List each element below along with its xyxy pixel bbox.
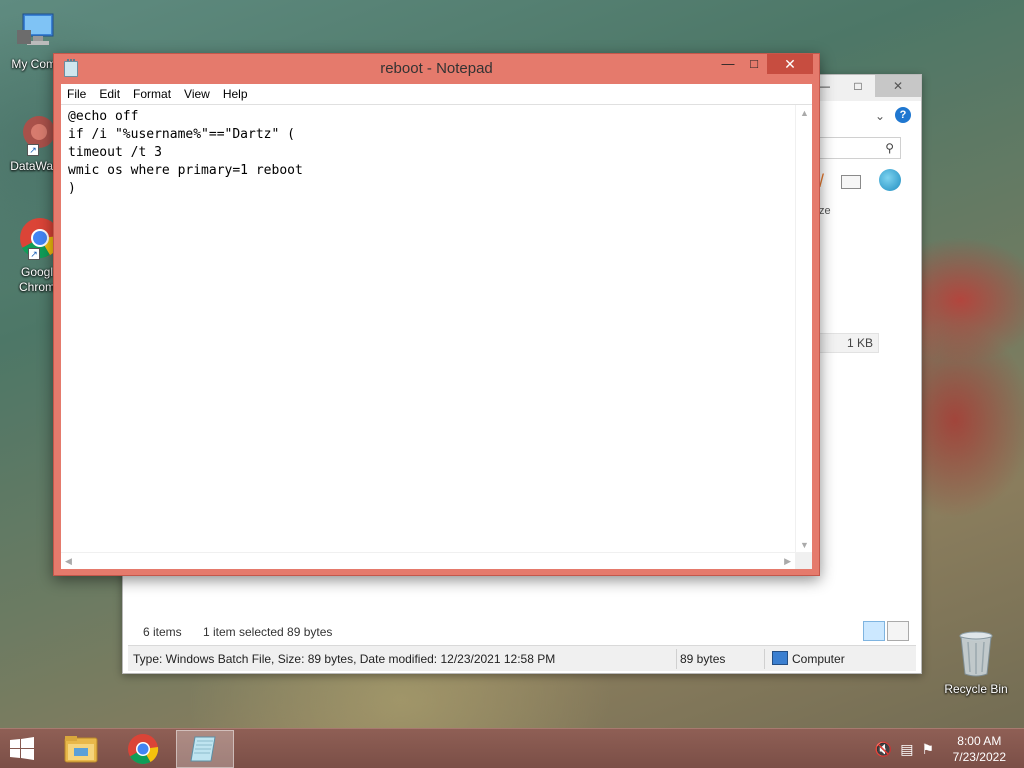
volume-muted-icon[interactable]: 🔇 bbox=[875, 741, 892, 758]
computer-icon bbox=[15, 10, 59, 54]
scroll-up-icon[interactable]: ▲ bbox=[800, 108, 809, 118]
status-details: Type: Windows Batch File, Size: 89 bytes… bbox=[133, 652, 556, 666]
menu-file[interactable]: File bbox=[67, 87, 86, 101]
explorer-status-bar: Type: Windows Batch File, Size: 89 bytes… bbox=[128, 645, 916, 671]
taskbar: 🔇 ▤ ⚑ 8:00 AM 7/23/2022 bbox=[0, 728, 1024, 768]
network-icon[interactable]: ▤ bbox=[900, 741, 913, 758]
status-size: 89 bytes bbox=[680, 652, 726, 666]
file-size-cell: 1 KB bbox=[819, 333, 879, 353]
vertical-scrollbar[interactable]: ▲ ▼ bbox=[795, 105, 812, 553]
close-button[interactable]: ✕ bbox=[767, 54, 813, 74]
scroll-right-icon[interactable]: ▶ bbox=[784, 556, 791, 567]
maximize-button[interactable]: □ bbox=[841, 75, 875, 97]
share-icon[interactable] bbox=[879, 169, 901, 191]
text-editor[interactable]: @echo off if /i "%username%"=="Dartz" ( … bbox=[61, 104, 812, 569]
taskbar-chrome[interactable] bbox=[114, 730, 172, 768]
email-icon[interactable] bbox=[841, 175, 861, 189]
menu-bar: File Edit Format View Help bbox=[61, 84, 812, 104]
shortcut-arrow-icon: ↗ bbox=[27, 144, 39, 156]
horizontal-scrollbar[interactable]: ◀ ▶ bbox=[61, 552, 795, 569]
help-icon[interactable]: ? bbox=[895, 107, 911, 123]
editor-content[interactable]: @echo off if /i "%username%"=="Dartz" ( … bbox=[68, 108, 303, 198]
menu-view[interactable]: View bbox=[184, 87, 210, 101]
status-location: Computer bbox=[792, 652, 845, 666]
selection-info: 1 item selected 89 bytes bbox=[203, 625, 333, 639]
start-button[interactable] bbox=[6, 735, 42, 763]
search-input[interactable]: ⚲ bbox=[819, 137, 901, 159]
recycle-bin-icon bbox=[956, 630, 996, 678]
menu-help[interactable]: Help bbox=[223, 87, 248, 101]
datawag-icon: ↗ bbox=[13, 112, 57, 156]
chevron-down-icon[interactable]: ⌄ bbox=[875, 109, 885, 123]
clock-time: 8:00 AM bbox=[957, 734, 1002, 748]
minimize-button[interactable]: — bbox=[715, 54, 741, 74]
notepad-window[interactable]: reboot - Notepad — □ ✕ File Edit Format … bbox=[53, 53, 820, 576]
action-center-flag-icon[interactable]: ⚑ bbox=[921, 741, 934, 758]
clock-date: 7/23/2022 bbox=[952, 750, 1006, 764]
search-icon: ⚲ bbox=[885, 141, 894, 155]
maximize-button[interactable]: □ bbox=[741, 54, 767, 74]
taskbar-file-explorer[interactable] bbox=[52, 730, 110, 768]
close-button[interactable]: ✕ bbox=[875, 75, 921, 97]
chrome-icon bbox=[128, 734, 159, 765]
system-tray: 🔇 ▤ ⚑ bbox=[875, 741, 934, 758]
taskbar-notepad[interactable] bbox=[176, 730, 234, 768]
notepad-icon bbox=[190, 736, 216, 762]
ribbon-partial-label: ze bbox=[819, 205, 831, 217]
explorer-ribbon-area: ⌄ ? / ze bbox=[819, 101, 921, 661]
folder-icon bbox=[64, 736, 98, 763]
shortcut-arrow-icon: ↗ bbox=[28, 248, 40, 260]
items-count: 6 items bbox=[143, 625, 182, 639]
size-grip[interactable] bbox=[795, 552, 812, 569]
details-view-button[interactable] bbox=[863, 621, 885, 641]
menu-edit[interactable]: Edit bbox=[99, 87, 120, 101]
menu-format[interactable]: Format bbox=[133, 87, 171, 101]
windows-logo-icon bbox=[10, 737, 34, 760]
desktop-icon-recycle-bin[interactable]: Recycle Bin bbox=[940, 630, 1012, 696]
clock[interactable]: 8:00 AM 7/23/2022 bbox=[953, 733, 1006, 765]
computer-icon bbox=[772, 651, 788, 665]
scroll-left-icon[interactable]: ◀ bbox=[65, 556, 72, 567]
window-title: reboot - Notepad bbox=[380, 60, 493, 77]
recycle-bin-label: Recycle Bin bbox=[944, 682, 1008, 696]
scroll-down-icon[interactable]: ▼ bbox=[800, 540, 809, 550]
large-icons-view-button[interactable] bbox=[887, 621, 909, 641]
